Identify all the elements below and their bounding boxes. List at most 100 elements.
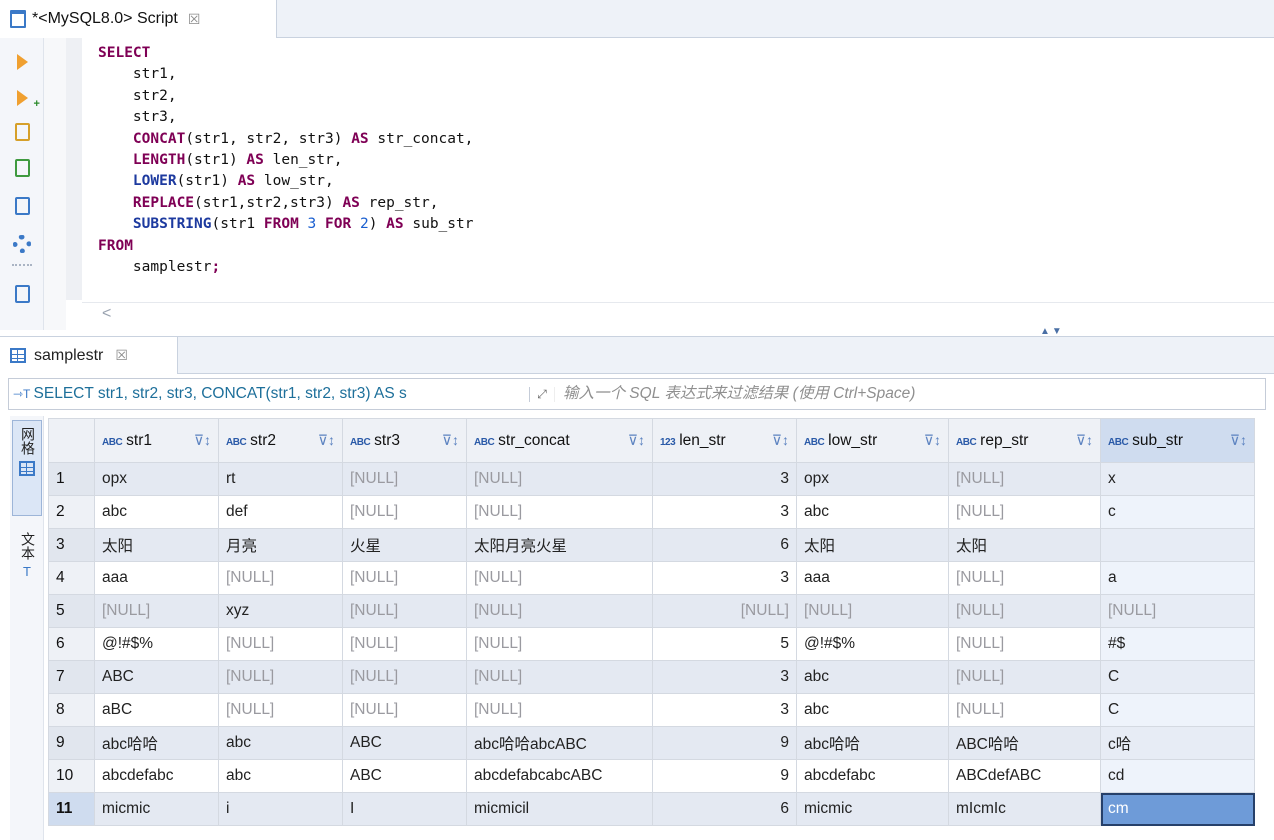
cell-str3[interactable]: 火星 [342, 528, 467, 562]
sort-filter-icon[interactable]: ⊽↕ [442, 432, 459, 449]
cell-low-str[interactable]: [NULL] [796, 594, 949, 628]
row-number[interactable]: 9 [48, 726, 95, 760]
cell-str1[interactable]: aaa [94, 561, 219, 595]
table-row[interactable]: 8 aBC [NULL] [NULL] [NULL] 3 abc [NULL] C [48, 693, 1255, 727]
cell-str3[interactable]: [NULL] [342, 693, 467, 727]
cell-str-concat[interactable]: micmicil [466, 792, 653, 826]
cell-str2[interactable]: [NULL] [218, 561, 343, 595]
cell-rep-str[interactable]: [NULL] [948, 693, 1101, 727]
cell-str2[interactable]: abc [218, 726, 343, 760]
cell-str3[interactable]: [NULL] [342, 594, 467, 628]
cell-str-concat[interactable]: [NULL] [466, 594, 653, 628]
cell-len-str[interactable]: 6 [652, 528, 797, 562]
sort-filter-icon[interactable]: ⊽↕ [924, 432, 941, 449]
table-row[interactable]: 5 [NULL] xyz [NULL] [NULL] [NULL] [NULL] [NULL]… [48, 594, 1255, 628]
cell-low-str[interactable]: abcdefabc [796, 759, 949, 793]
cell-low-str[interactable]: aaa [796, 561, 949, 595]
sort-filter-icon[interactable]: ⊽↕ [1230, 432, 1247, 449]
cell-str2[interactable]: [NULL] [218, 660, 343, 694]
table-row[interactable]: 2 abc def [NULL] [NULL] 3 abc [NULL] c [48, 495, 1255, 529]
editor-horizontal-scrollbar[interactable]: < [82, 302, 1274, 326]
cell-sub-str[interactable] [1100, 528, 1255, 562]
cell-sub-str[interactable]: C [1100, 693, 1255, 727]
cell-len-str[interactable]: 3 [652, 660, 797, 694]
cell-low-str[interactable]: opx [796, 462, 949, 496]
table-row[interactable]: 1 opx rt [NULL] [NULL] 3 opx [NULL] x [48, 462, 1255, 496]
cell-sub-str[interactable]: cm [1100, 792, 1255, 826]
cell-rep-str[interactable]: [NULL] [948, 561, 1101, 595]
cell-str2[interactable]: def [218, 495, 343, 529]
cell-str1[interactable]: abcdefabc [94, 759, 219, 793]
row-number[interactable]: 3 [48, 528, 95, 562]
cell-str-concat[interactable]: [NULL] [466, 561, 653, 595]
row-number[interactable]: 4 [48, 561, 95, 595]
cell-low-str[interactable]: abc [796, 660, 949, 694]
filter-query-label[interactable]: ⇾T SELECT str1, str2, str3, CONCAT(str1,… [9, 385, 529, 403]
cell-str-concat[interactable]: 太阳月亮火星 [466, 528, 653, 562]
column-header-str3[interactable]: ABC str3 ⊽↕ [342, 418, 467, 463]
cell-str2[interactable]: [NULL] [218, 693, 343, 727]
cell-str3[interactable]: [NULL] [342, 561, 467, 595]
table-row[interactable]: 9 abc哈哈 abc ABC abc哈哈abcABC 9 abc哈哈 ABC哈哈 c哈 [48, 726, 1255, 760]
row-number[interactable]: 8 [48, 693, 95, 727]
cell-str-concat[interactable]: [NULL] [466, 495, 653, 529]
column-header-rep-str[interactable]: ABC rep_str ⊽↕ [948, 418, 1101, 463]
cell-str2[interactable]: rt [218, 462, 343, 496]
row-number[interactable]: 11 [48, 792, 95, 826]
cell-len-str[interactable]: 3 [652, 495, 797, 529]
cell-len-str[interactable]: 3 [652, 462, 797, 496]
cell-str1[interactable]: @!#$% [94, 627, 219, 661]
cell-low-str[interactable]: micmic [796, 792, 949, 826]
cell-rep-str[interactable]: 太阳 [948, 528, 1101, 562]
cell-len-str[interactable]: 9 [652, 726, 797, 760]
cell-str3[interactable]: [NULL] [342, 495, 467, 529]
row-number[interactable]: 2 [48, 495, 95, 529]
cell-low-str[interactable]: abc [796, 495, 949, 529]
cell-str1[interactable]: [NULL] [94, 594, 219, 628]
close-icon[interactable]: ☒ [188, 11, 201, 28]
settings-button[interactable] [12, 234, 32, 254]
cell-rep-str[interactable]: [NULL] [948, 660, 1101, 694]
execute-script-button[interactable] [12, 122, 32, 142]
cell-low-str[interactable]: 太阳 [796, 528, 949, 562]
sort-filter-icon[interactable]: ⊽↕ [628, 432, 645, 449]
cell-str2[interactable]: xyz [218, 594, 343, 628]
cell-sub-str[interactable]: C [1100, 660, 1255, 694]
cell-len-str[interactable]: 9 [652, 759, 797, 793]
sort-filter-icon[interactable]: ⊽↕ [318, 432, 335, 449]
cell-len-str[interactable]: 3 [652, 693, 797, 727]
cell-len-str[interactable]: [NULL] [652, 594, 797, 628]
execute-statement-button[interactable] [12, 52, 32, 72]
cell-sub-str[interactable]: a [1100, 561, 1255, 595]
table-row[interactable]: 6 @!#$% [NULL] [NULL] [NULL] 5 @!#$% [NULL] #$ [48, 627, 1255, 661]
column-header-sub-str[interactable]: ABC sub_str ⊽↕ [1100, 418, 1255, 463]
cell-rep-str[interactable]: mIcmIc [948, 792, 1101, 826]
cell-rep-str[interactable]: [NULL] [948, 495, 1101, 529]
sort-filter-icon[interactable]: ⊽↕ [194, 432, 211, 449]
tab-grid-view[interactable]: 网格 [12, 420, 42, 516]
table-row[interactable]: 7 ABC [NULL] [NULL] [NULL] 3 abc [NULL] C [48, 660, 1255, 694]
table-row[interactable]: 4 aaa [NULL] [NULL] [NULL] 3 aaa [NULL] a [48, 561, 1255, 595]
filter-input[interactable] [555, 380, 1265, 408]
cell-str1[interactable]: aBC [94, 693, 219, 727]
tab-results[interactable]: samplestr ☒ [0, 337, 178, 374]
sort-filter-icon[interactable]: ⊽↕ [772, 432, 789, 449]
execute-new-tab-button[interactable] [12, 88, 40, 110]
cell-str1[interactable]: micmic [94, 792, 219, 826]
column-header-str2[interactable]: ABC str2 ⊽↕ [218, 418, 343, 463]
cell-sub-str[interactable]: cd [1100, 759, 1255, 793]
table-row[interactable]: 11 micmic i Imicmicil 6 micmic mIcmIc cm [48, 792, 1255, 826]
row-number[interactable]: 1 [48, 462, 95, 496]
row-number[interactable]: 7 [48, 660, 95, 694]
cell-str1[interactable]: abc [94, 495, 219, 529]
table-row[interactable]: 3 太阳 月亮 火星 太阳月亮火星 6 太阳 太阳 [48, 528, 1255, 562]
expand-icon[interactable]: ⤢ [529, 386, 555, 402]
cell-rep-str[interactable]: ABC哈哈 [948, 726, 1101, 760]
cell-str2[interactable]: i [218, 792, 343, 826]
cell-rep-str[interactable]: [NULL] [948, 627, 1101, 661]
cell-sub-str[interactable]: [NULL] [1100, 594, 1255, 628]
cell-str2[interactable]: [NULL] [218, 627, 343, 661]
explain-plan-button[interactable] [12, 196, 32, 216]
cell-str1[interactable]: abc哈哈 [94, 726, 219, 760]
cell-str3[interactable]: [NULL] [342, 627, 467, 661]
